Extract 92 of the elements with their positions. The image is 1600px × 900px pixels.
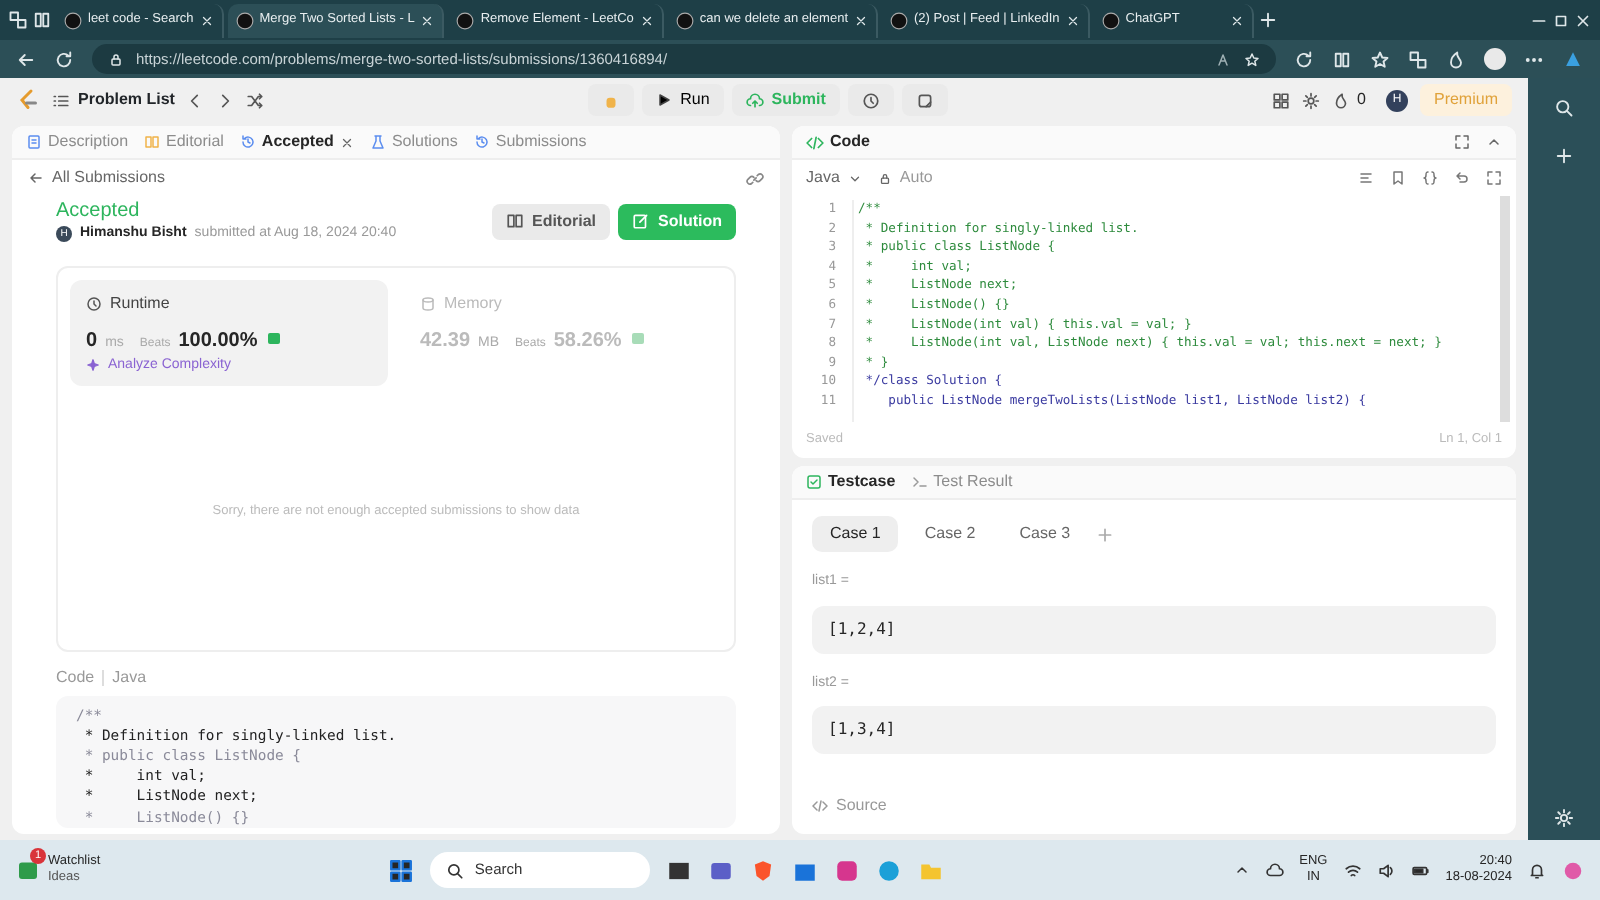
- panel-tab[interactable]: Testcase: [806, 470, 896, 494]
- alarm-clock-icon: [861, 91, 880, 109]
- fullscreen-icon[interactable]: [1486, 170, 1502, 186]
- braces-icon[interactable]: [1422, 170, 1438, 186]
- site-favicon: [64, 11, 82, 29]
- clock-icon: [86, 295, 102, 311]
- new-tab-icon[interactable]: [1257, 10, 1278, 30]
- start-icon[interactable]: [388, 857, 415, 883]
- add-icon[interactable]: [1554, 146, 1574, 166]
- checkbox-icon: [806, 474, 822, 490]
- site-favicon: [890, 11, 908, 29]
- split-screen-icon[interactable]: [1332, 49, 1352, 69]
- code-icon: [812, 798, 828, 814]
- close-icon[interactable]: [339, 135, 354, 149]
- stat-label: Memory: [444, 291, 502, 315]
- panel-tab[interactable]: Accepted: [239, 130, 354, 154]
- list-icon: [52, 91, 70, 109]
- cloud-icon[interactable]: [1265, 861, 1284, 879]
- search-icon: [446, 861, 465, 879]
- wifi-icon[interactable]: [1343, 861, 1362, 879]
- search-icon[interactable]: [1554, 98, 1574, 118]
- lock-icon: [877, 171, 892, 185]
- flask-icon: [369, 134, 386, 150]
- site-favicon: [675, 11, 694, 29]
- site-favicon: [456, 11, 475, 29]
- book-icon: [144, 134, 161, 150]
- beats-value: 58.26%: [553, 327, 622, 355]
- badge-icon: [629, 329, 646, 345]
- streak-counter[interactable]: 0: [1331, 88, 1366, 112]
- reset-icon[interactable]: [1454, 170, 1470, 186]
- code-icon: [806, 133, 824, 151]
- favorites-icon[interactable]: [1370, 49, 1390, 69]
- shuffle-icon[interactable]: [246, 91, 265, 109]
- back-arrow-icon: [28, 170, 44, 186]
- stat-value: 0: [86, 327, 98, 355]
- history-icon: [473, 134, 490, 150]
- all-submissions-link[interactable]: All Submissions: [28, 166, 165, 190]
- badge-icon: [265, 329, 282, 345]
- bookmark-icon[interactable]: [1390, 170, 1406, 186]
- submission-status: Accepted: [56, 198, 142, 224]
- case-tab[interactable]: Case 3: [1001, 516, 1089, 552]
- database-icon: [420, 295, 436, 311]
- terminal-icon: [911, 474, 928, 490]
- history-icon: [239, 134, 256, 150]
- language-dropdown[interactable]: Java: [806, 166, 862, 190]
- site-favicon: [1101, 11, 1120, 29]
- stat-label: Runtime: [110, 291, 170, 315]
- lock-icon: [108, 51, 124, 67]
- logo-icon[interactable]: [16, 88, 40, 112]
- back-icon[interactable]: [16, 49, 36, 69]
- chevron-up-icon[interactable]: [1233, 862, 1250, 878]
- input-field[interactable]: [1,2,4]: [812, 605, 1496, 653]
- next-icon[interactable]: [216, 91, 235, 109]
- shield-icon[interactable]: [750, 857, 777, 883]
- caret-icon: [847, 171, 862, 185]
- favorite-icon[interactable]: [1244, 51, 1260, 67]
- notes-button[interactable]: [901, 84, 948, 116]
- sidebar-toggle-icon[interactable]: [32, 10, 52, 30]
- site-favicon: [235, 11, 254, 29]
- collapse-icon[interactable]: [1486, 134, 1502, 150]
- format-icon[interactable]: [1358, 170, 1374, 186]
- refresh-icon[interactable]: [54, 49, 74, 69]
- sparkle-icon: [86, 358, 100, 373]
- maximize-icon[interactable]: [1552, 11, 1570, 29]
- upload-cloud-icon: [745, 91, 764, 109]
- volume-icon[interactable]: [1377, 861, 1396, 879]
- timer-button[interactable]: [847, 84, 894, 116]
- play-icon: [656, 92, 673, 108]
- refresh-icon[interactable]: [1294, 49, 1314, 69]
- bell-icon[interactable]: [1528, 861, 1546, 879]
- stat-value: 42.39: [420, 327, 471, 355]
- battery-icon[interactable]: [1411, 861, 1430, 879]
- edit-icon: [632, 212, 650, 231]
- link-icon[interactable]: [746, 169, 764, 187]
- profile-avatar[interactable]: [1484, 48, 1506, 70]
- expand-icon[interactable]: [1454, 134, 1470, 150]
- editorial-button[interactable]: Editorial: [491, 203, 610, 240]
- settings-icon[interactable]: [1301, 91, 1320, 109]
- book-icon: [505, 212, 524, 231]
- read-aloud-icon[interactable]: [1216, 51, 1232, 67]
- code-label: Code: [56, 665, 95, 689]
- beats-value: 100.00%: [178, 327, 258, 355]
- panel-tab[interactable]: Code: [806, 130, 870, 154]
- input-field[interactable]: [1,3,4]: [812, 706, 1496, 754]
- problem-list-button[interactable]: Problem List: [52, 88, 175, 112]
- language-label: Java: [112, 665, 147, 689]
- layout-icon[interactable]: [1271, 91, 1290, 109]
- document-icon: [26, 134, 42, 150]
- case-tab[interactable]: Case 1: [812, 516, 899, 552]
- run-button[interactable]: Run: [642, 84, 724, 116]
- note-icon: [915, 91, 934, 109]
- case-tab[interactable]: Case 2: [906, 516, 994, 552]
